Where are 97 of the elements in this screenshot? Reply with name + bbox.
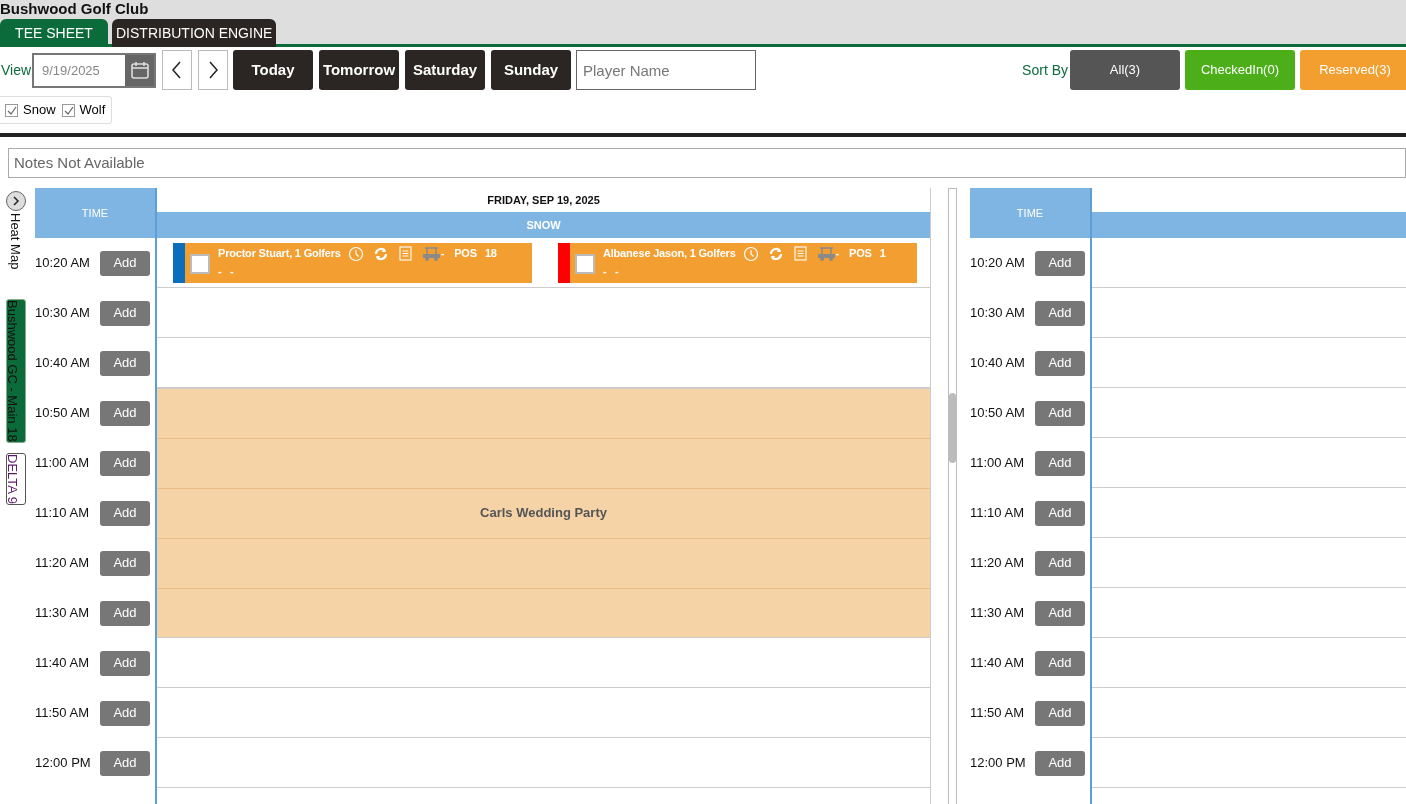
tab[interactable]: TEE SHEET bbox=[0, 19, 108, 47]
pos-label: POS bbox=[849, 246, 872, 262]
add-button[interactable]: Add bbox=[1035, 250, 1085, 276]
add-button[interactable]: Add bbox=[1035, 700, 1085, 726]
expand-button[interactable] bbox=[5, 191, 26, 211]
sort-label: Sort By bbox=[1022, 60, 1068, 80]
refresh-icon bbox=[767, 245, 784, 262]
day-button[interactable]: Saturday bbox=[405, 50, 485, 90]
clipboard-icon bbox=[792, 245, 808, 262]
time-label: 10:50 AM bbox=[35, 404, 90, 423]
refresh-icon bbox=[372, 245, 389, 262]
add-button[interactable]: Add bbox=[1035, 550, 1085, 576]
time-label: 11:20 AM bbox=[35, 554, 89, 573]
checkbox[interactable] bbox=[61, 103, 75, 117]
blocked-event[interactable]: Carls Wedding Party bbox=[157, 388, 930, 638]
date-heading: FRIDAY, SEP 19, 2025 bbox=[486, 192, 601, 208]
column-header: SNOW bbox=[157, 212, 930, 238]
time-label: 11:50 AM bbox=[35, 704, 89, 723]
check-icon bbox=[6, 104, 17, 116]
day-button[interactable]: Today bbox=[233, 50, 313, 90]
previous-button[interactable] bbox=[162, 50, 192, 90]
sort-button[interactable]: All(3) bbox=[1070, 50, 1180, 90]
checkbox[interactable] bbox=[190, 253, 210, 274]
time-header: TIME bbox=[970, 188, 1090, 238]
player-name: Proctor Stuart, 1 Golfers bbox=[218, 246, 341, 262]
pos-value: 18 bbox=[484, 246, 497, 262]
clock-icon bbox=[742, 245, 759, 262]
add-button[interactable]: Add bbox=[100, 300, 150, 326]
add-button[interactable]: Add bbox=[100, 650, 150, 676]
clipboard-icon bbox=[397, 245, 413, 262]
pos-value: 1 bbox=[879, 246, 886, 262]
add-button[interactable]: Add bbox=[1035, 600, 1085, 626]
time-label: 11:20 AM bbox=[970, 554, 1024, 573]
cart-value: - bbox=[440, 246, 445, 262]
add-button[interactable]: Add bbox=[100, 250, 150, 276]
check-icon bbox=[62, 104, 74, 116]
add-button[interactable]: Add bbox=[1035, 400, 1085, 426]
time-label: 11:30 AM bbox=[35, 604, 89, 623]
day-button[interactable]: Tomorrow bbox=[319, 50, 399, 90]
day-button[interactable]: Sunday bbox=[491, 50, 571, 90]
add-button[interactable]: Add bbox=[100, 450, 150, 476]
time-label: 10:30 AM bbox=[970, 304, 1025, 323]
time-label: 11:30 AM bbox=[970, 604, 1024, 623]
golf-cart-icon bbox=[816, 245, 836, 262]
next-button[interactable] bbox=[198, 50, 228, 90]
time-label: 10:50 AM bbox=[970, 404, 1025, 423]
time-label: 10:20 AM bbox=[35, 254, 90, 273]
add-button[interactable]: Add bbox=[1035, 300, 1085, 326]
checkbox[interactable] bbox=[5, 103, 18, 117]
add-button[interactable]: Add bbox=[1035, 750, 1085, 776]
add-button[interactable]: Add bbox=[100, 350, 150, 376]
event-label: Carls Wedding Party bbox=[479, 504, 608, 523]
time-label: 10:30 AM bbox=[35, 304, 90, 323]
tab[interactable]: DISTRIBUTION ENGINE bbox=[112, 19, 277, 47]
heat-map-label: Heat Map bbox=[7, 213, 25, 270]
add-button[interactable]: Add bbox=[1035, 650, 1085, 676]
add-button[interactable]: Add bbox=[100, 550, 150, 576]
cart-value: - bbox=[835, 246, 840, 262]
player-search-field[interactable]: Player Name bbox=[576, 50, 756, 90]
filter-label: Wolf bbox=[79, 101, 106, 120]
time-label: 10:40 AM bbox=[970, 354, 1025, 373]
view-label: View bbox=[1, 60, 32, 80]
add-button[interactable]: Add bbox=[100, 400, 150, 426]
time-label: 11:10 AM bbox=[35, 504, 89, 523]
add-button[interactable]: Add bbox=[1035, 450, 1085, 476]
time-label: 11:40 AM bbox=[970, 654, 1024, 673]
pos-label: POS bbox=[454, 246, 477, 262]
time-header: TIME bbox=[35, 188, 155, 238]
time-label: 11:00 AM bbox=[970, 454, 1024, 473]
add-button[interactable]: Add bbox=[100, 700, 150, 726]
booking-details: - - bbox=[218, 264, 234, 277]
time-label: 12:00 PM bbox=[35, 754, 91, 773]
add-button[interactable]: Add bbox=[100, 500, 150, 526]
time-label: 10:40 AM bbox=[35, 354, 90, 373]
time-label: 11:10 AM bbox=[970, 504, 1024, 523]
player-name: Albanese Jason, 1 Golfers bbox=[603, 246, 736, 262]
booking-details: - - bbox=[603, 264, 619, 277]
chevron-right-icon bbox=[10, 196, 21, 206]
notes-field: Notes Not Available bbox=[8, 148, 1406, 178]
time-label: 10:20 AM bbox=[970, 254, 1025, 273]
course-tab[interactable]: DELTA 9 bbox=[5, 453, 26, 506]
add-button[interactable]: Add bbox=[1035, 350, 1085, 376]
clock-icon bbox=[347, 245, 364, 262]
checkbox[interactable] bbox=[575, 253, 595, 274]
time-label: 11:40 AM bbox=[35, 654, 89, 673]
add-button[interactable]: Add bbox=[100, 600, 150, 626]
sort-button[interactable]: CheckedIn(0) bbox=[1185, 50, 1295, 90]
golf-cart-icon bbox=[421, 245, 441, 262]
add-button[interactable]: Add bbox=[1035, 500, 1085, 526]
scrollbar-thumb[interactable] bbox=[949, 393, 956, 463]
time-label: 12:00 PM bbox=[970, 754, 1026, 773]
filter-label: Snow bbox=[23, 101, 56, 120]
add-button[interactable]: Add bbox=[100, 750, 150, 776]
time-label: 11:00 AM bbox=[35, 454, 89, 473]
time-label: 11:50 AM bbox=[970, 704, 1024, 723]
course-tab[interactable]: Bushwood GC - Main 18 bbox=[5, 299, 26, 443]
app-title: Bushwood Golf Club bbox=[0, 0, 149, 19]
